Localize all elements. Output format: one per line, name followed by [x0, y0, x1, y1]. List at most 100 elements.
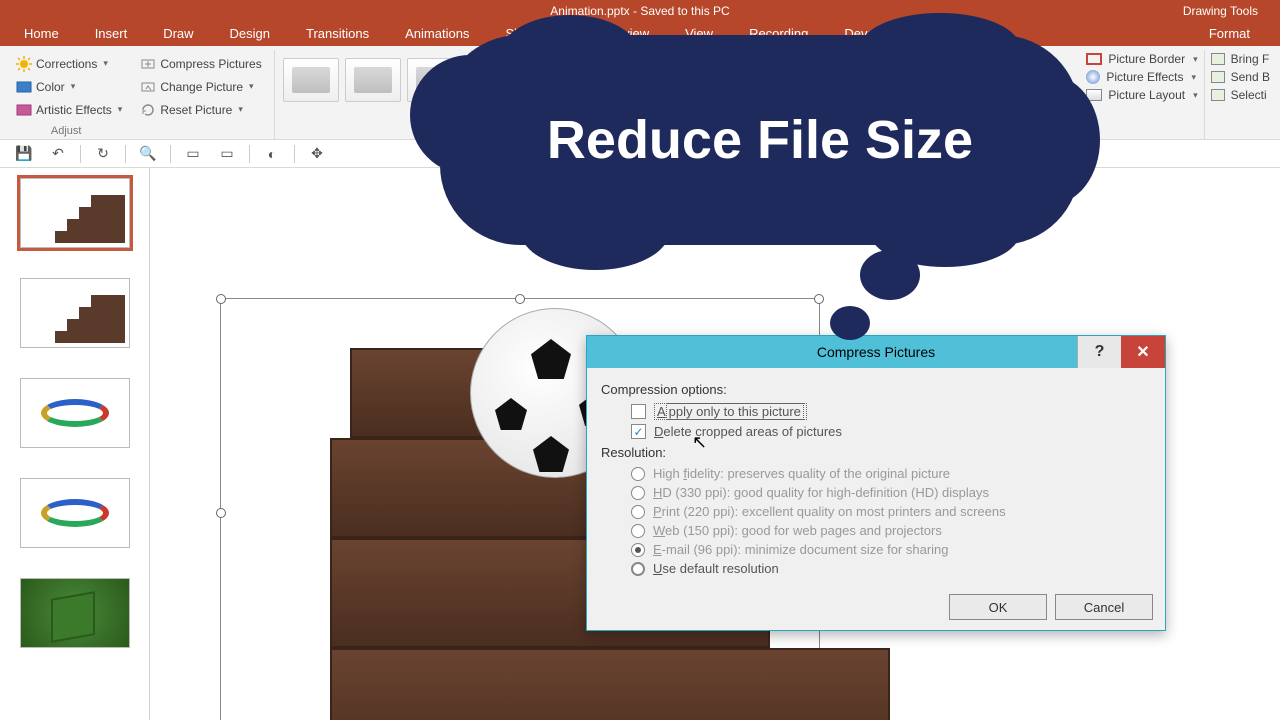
- print-radio[interactable]: Print (220 ppi): excellent quality on mo…: [601, 502, 1151, 521]
- effects-label: Picture Effects: [1106, 70, 1183, 84]
- move-icon[interactable]: ✥: [305, 144, 329, 164]
- chevron-down-icon: ▾: [1193, 54, 1198, 65]
- checkbox-checked-icon: ✓: [631, 424, 646, 439]
- chevron-down-icon: ▾: [1192, 72, 1197, 83]
- slide-thumbnail-5[interactable]: [20, 578, 130, 648]
- hifi-radio[interactable]: High fidelity: preserves quality of the …: [601, 464, 1151, 483]
- compress-pictures-button[interactable]: Compress Pictures: [136, 52, 265, 75]
- callout-bubble: Reduce File Size: [440, 35, 1080, 245]
- radio-icon: [631, 467, 645, 481]
- dialog-title-bar[interactable]: Compress Pictures ? ✕: [587, 336, 1165, 368]
- zoom-icon[interactable]: 🔍: [136, 144, 160, 164]
- separator: [249, 145, 250, 163]
- save-icon[interactable]: 💾: [12, 144, 36, 164]
- delete-cropped-label: elete cropped areas of pictures: [663, 424, 842, 439]
- email-radio[interactable]: E-mail (96 ppi): minimize document size …: [601, 540, 1151, 559]
- slide-thumbnail-4[interactable]: [20, 478, 130, 548]
- border-icon: [1086, 53, 1102, 65]
- corrections-label: Corrections: [36, 57, 97, 71]
- reset-label: Reset Picture: [160, 103, 232, 117]
- undo-icon[interactable]: ↶: [46, 144, 70, 164]
- chevron-down-icon: ▾: [1193, 90, 1198, 101]
- checkbox-icon: [631, 404, 646, 419]
- contextual-tab-label: Drawing Tools: [1173, 0, 1268, 22]
- radio-icon: [631, 505, 645, 519]
- cancel-button[interactable]: Cancel: [1055, 594, 1153, 620]
- tab-transitions[interactable]: Transitions: [288, 22, 387, 46]
- slide-thumbnail-panel: [0, 168, 150, 720]
- adjust-group-label: Adjust: [4, 125, 128, 137]
- slide-thumbnail-3[interactable]: [20, 378, 130, 448]
- layout-label: Picture Layout: [1108, 88, 1185, 102]
- contrast-icon[interactable]: ◐: [260, 144, 284, 164]
- web-radio[interactable]: Web (150 ppi): good for web pages and pr…: [601, 521, 1151, 540]
- border-label: Picture Border: [1108, 52, 1185, 66]
- slide-thumbnail-1[interactable]: [20, 178, 130, 248]
- chevron-down-icon: ▾: [103, 58, 108, 69]
- brightness-icon: [16, 56, 32, 72]
- chevron-down-icon: ▾: [118, 104, 123, 115]
- color-button[interactable]: Color ▾: [12, 75, 126, 98]
- change-label: Change Picture: [160, 80, 243, 94]
- artistic-icon: [16, 102, 32, 118]
- tab-format[interactable]: Format: [1191, 22, 1268, 46]
- tab-home[interactable]: Home: [6, 22, 77, 46]
- dialog-title: Compress Pictures: [817, 344, 935, 360]
- group-icon[interactable]: ▭: [181, 144, 205, 164]
- color-label: Color: [36, 80, 65, 94]
- group2-icon[interactable]: ▭: [215, 144, 239, 164]
- redo-icon[interactable]: ↻: [91, 144, 115, 164]
- title-bar: Animation.pptx - Saved to this PC Drawin…: [0, 0, 1280, 22]
- radio-icon: [631, 524, 645, 538]
- separator: [170, 145, 171, 163]
- picture-border-button[interactable]: Picture Border ▾: [1086, 52, 1197, 66]
- bring-forward-button[interactable]: Bring F: [1211, 52, 1270, 66]
- selection-icon: [1211, 89, 1225, 101]
- send-label: Send B: [1231, 70, 1270, 84]
- chevron-down-icon: ▾: [71, 81, 76, 92]
- change-picture-button[interactable]: Change Picture ▾: [136, 75, 265, 98]
- change-icon: [140, 79, 156, 95]
- effects-icon: [1086, 70, 1100, 84]
- chevron-down-icon: ▾: [238, 104, 243, 115]
- color-icon: [16, 79, 32, 95]
- hd-radio[interactable]: HD (330 ppi): good quality for high-defi…: [601, 483, 1151, 502]
- apply-only-checkbox[interactable]: Apply only to this picture: [601, 401, 1151, 422]
- selection-pane-button[interactable]: Selecti: [1211, 88, 1270, 102]
- picture-effects-button[interactable]: Picture Effects ▾: [1086, 70, 1197, 84]
- artistic-effects-button[interactable]: Artistic Effects ▾: [12, 98, 126, 121]
- compress-icon: [140, 56, 156, 72]
- tab-design[interactable]: Design: [212, 22, 288, 46]
- reset-icon: [140, 102, 156, 118]
- corrections-button[interactable]: Corrections ▾: [12, 52, 126, 75]
- close-button[interactable]: ✕: [1121, 336, 1165, 368]
- slide-thumbnail-2[interactable]: [20, 278, 130, 348]
- bring-label: Bring F: [1231, 52, 1270, 66]
- radio-icon: [631, 562, 645, 576]
- chevron-down-icon: ▾: [249, 81, 254, 92]
- compression-options-label: Compression options:: [601, 378, 1151, 401]
- radio-icon: [631, 486, 645, 500]
- reset-picture-button[interactable]: Reset Picture ▾: [136, 98, 265, 121]
- help-button[interactable]: ?: [1077, 336, 1121, 368]
- ok-button[interactable]: OK: [949, 594, 1047, 620]
- artistic-label: Artistic Effects: [36, 103, 112, 117]
- compress-pictures-dialog: Compress Pictures ? ✕ Compression option…: [586, 335, 1166, 631]
- picture-layout-button[interactable]: Picture Layout ▾: [1086, 88, 1197, 102]
- resolution-label: Resolution:: [601, 441, 1151, 464]
- tab-draw[interactable]: Draw: [145, 22, 211, 46]
- callout-text: Reduce File Size: [440, 35, 1080, 245]
- default-radio[interactable]: Use default resolution: [601, 559, 1151, 578]
- apply-only-label: pply only to this picture: [666, 403, 804, 420]
- style-swatch[interactable]: [345, 58, 401, 102]
- cursor-icon: ↖: [692, 432, 707, 453]
- separator: [80, 145, 81, 163]
- separator: [125, 145, 126, 163]
- separator: [294, 145, 295, 163]
- style-swatch[interactable]: [283, 58, 339, 102]
- compress-label: Compress Pictures: [160, 57, 261, 71]
- send-backward-icon: [1211, 71, 1225, 83]
- delete-cropped-checkbox[interactable]: ✓ Delete cropped areas of pictures: [601, 422, 1151, 441]
- tab-insert[interactable]: Insert: [77, 22, 146, 46]
- send-backward-button[interactable]: Send B: [1211, 70, 1270, 84]
